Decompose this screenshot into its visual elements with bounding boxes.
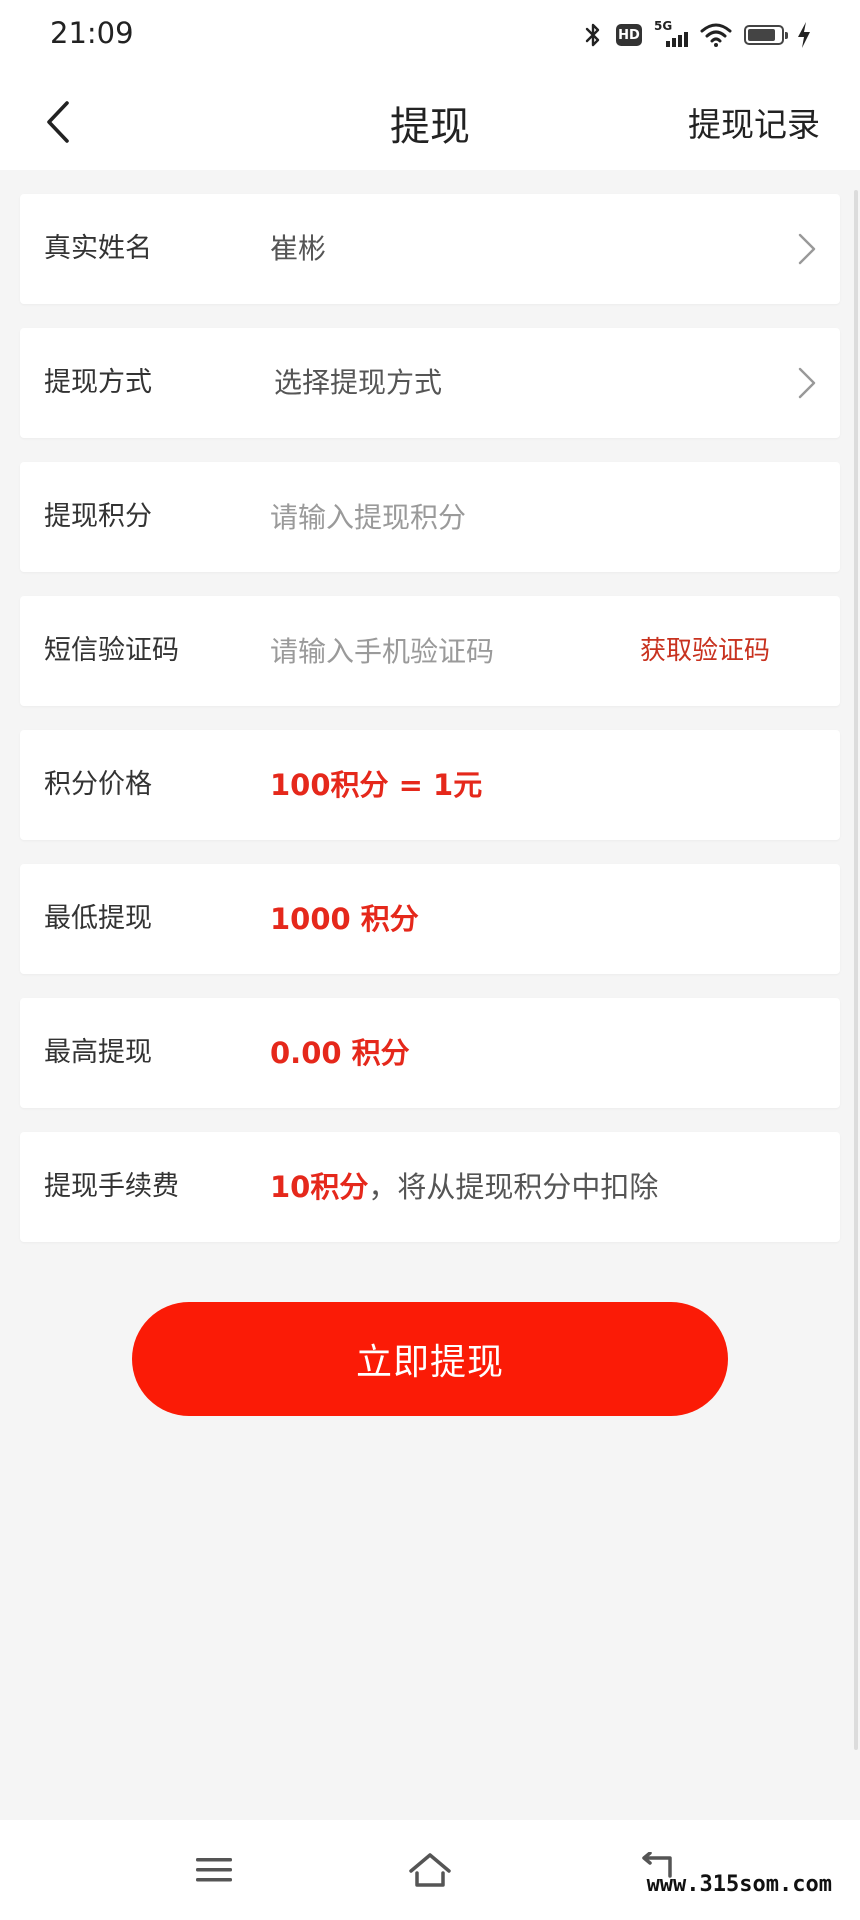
real-name-label: 真实姓名: [44, 233, 152, 264]
max-withdraw-row: 最高提现 0.00 积分: [20, 998, 840, 1108]
fee-row: 提现手续费 10积分，将从提现积分中扣除: [20, 1132, 840, 1242]
fee-amount: 10积分: [270, 1170, 369, 1204]
watermark: www.315som.com: [646, 1872, 832, 1897]
status-bar: 21:09 HD 5G: [0, 0, 860, 70]
max-withdraw-value: 0.00 积分: [270, 1036, 410, 1070]
sms-code-label: 短信验证码: [44, 635, 179, 666]
fee-label: 提现手续费: [44, 1171, 179, 1202]
status-icons: HD 5G: [582, 18, 812, 52]
fee-note: ，将从提现积分中扣除: [368, 1170, 659, 1204]
chevron-left-icon: [47, 101, 69, 143]
submit-withdraw-button[interactable]: 立即提现: [132, 1302, 728, 1416]
withdraw-method-row[interactable]: 提现方式 选择提现方式: [20, 328, 840, 438]
hd-icon: HD: [616, 24, 642, 46]
min-withdraw-label: 最低提现: [44, 903, 152, 934]
withdraw-points-row: 提现积分: [20, 462, 840, 572]
nav-bar: 提现 提现记录: [0, 70, 860, 170]
sms-code-input[interactable]: [270, 626, 610, 676]
home-button[interactable]: [400, 1840, 460, 1900]
withdraw-method-label: 提现方式: [44, 367, 152, 398]
withdraw-points-label: 提现积分: [44, 501, 152, 532]
points-price-label: 积分价格: [44, 769, 152, 800]
max-withdraw-label: 最高提现: [44, 1037, 152, 1068]
network-type-label: 5G: [654, 19, 673, 33]
withdraw-form: 真实姓名 崔彬 提现方式 选择提现方式 提现积分 短信验证码 获取验证码 积分价…: [20, 194, 840, 1266]
signal-icon: 5G: [654, 19, 688, 49]
scrollbar[interactable]: [854, 190, 858, 1750]
points-price-row: 积分价格 100积分 = 1元: [20, 730, 840, 840]
chevron-right-icon: [798, 233, 816, 265]
status-time: 21:09: [50, 16, 134, 50]
withdraw-method-value: 选择提现方式: [274, 366, 443, 399]
real-name-row[interactable]: 真实姓名 崔彬: [20, 194, 840, 304]
bluetooth-icon: [585, 23, 600, 47]
points-price-value: 100积分 = 1元: [270, 768, 483, 802]
charging-icon: [798, 22, 810, 48]
real-name-value: 崔彬: [270, 232, 327, 265]
get-code-button[interactable]: 获取验证码: [640, 596, 770, 706]
min-withdraw-value: 1000 积分: [270, 902, 419, 936]
menu-icon: [196, 1858, 232, 1882]
fee-value: 10积分，将从提现积分中扣除: [270, 1132, 658, 1242]
sms-code-row: 短信验证码 获取验证码: [20, 596, 840, 706]
chevron-right-icon: [798, 367, 816, 399]
battery-icon: [744, 25, 788, 45]
withdraw-points-input[interactable]: [270, 492, 610, 542]
back-button[interactable]: [28, 92, 88, 152]
wifi-icon: [700, 23, 732, 47]
menu-button[interactable]: [184, 1840, 244, 1900]
system-nav-bar: www.315som.com: [0, 1820, 860, 1920]
home-icon: [409, 1853, 451, 1887]
withdraw-history-link[interactable]: 提现记录: [688, 98, 820, 146]
min-withdraw-row: 最低提现 1000 积分: [20, 864, 840, 974]
